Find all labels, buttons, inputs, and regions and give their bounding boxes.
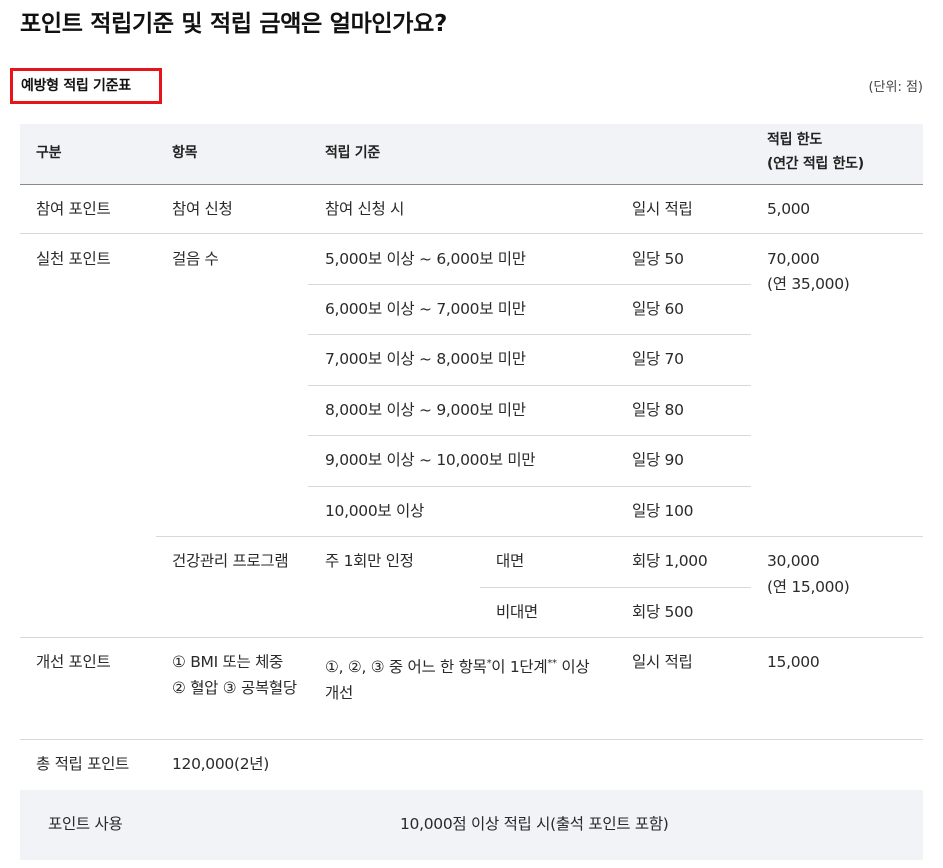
- header-limit: 적립 한도: [767, 132, 822, 148]
- steps-amount: 일당 50: [632, 250, 684, 268]
- row-divider: [156, 536, 923, 537]
- header-limit-sub: (연간 적립 한도): [767, 156, 864, 172]
- improvement-criteria: ①, ②, ③ 중 어느 한 항목*이 1단계** 이상 개선: [325, 654, 605, 706]
- page-title: 포인트 적립기준 및 적립 금액은 얼마인가요?: [20, 11, 448, 37]
- program-mode: 대면: [496, 552, 524, 570]
- program-mode: 비대면: [496, 603, 538, 621]
- steps-criteria: 10,000보 이상: [325, 502, 424, 520]
- row-category: 참여 포인트: [36, 200, 111, 218]
- row-divider: [20, 739, 923, 740]
- header-category: 구분: [36, 145, 62, 161]
- row-category: 실천 포인트: [36, 250, 111, 268]
- steps-amount: 일당 80: [632, 401, 684, 419]
- total-value: 120,000(2년): [172, 755, 270, 773]
- unit-label: (단위: 점): [868, 80, 923, 95]
- row-limit: 15,000: [767, 653, 820, 671]
- program-limit-annual: (연 15,000): [767, 578, 850, 596]
- steps-limit-annual: (연 35,000): [767, 275, 850, 293]
- steps-criteria: 9,000보 이상 ~ 10,000보 미만: [325, 451, 536, 469]
- table-row: 포인트 사용 10,000점 이상 적립 시(출석 포인트 포함): [20, 790, 923, 860]
- improvement-item: ① BMI 또는 체중 ② 혈압 ③ 공복혈당: [172, 653, 297, 697]
- steps-criteria: 7,000보 이상 ~ 8,000보 미만: [325, 350, 526, 368]
- footnote-mark: **: [547, 657, 557, 669]
- steps-amount: 일당 90: [632, 451, 684, 469]
- program-criteria: 주 1회만 인정: [325, 552, 414, 570]
- row-divider: [480, 587, 751, 588]
- row-category: 포인트 사용: [48, 815, 123, 833]
- program-amount: 회당 1,000: [632, 552, 708, 570]
- steps-amount: 일당 100: [632, 502, 694, 520]
- row-divider: [20, 233, 923, 234]
- steps-amount: 일당 70: [632, 350, 684, 368]
- steps-criteria: 5,000보 이상 ~ 6,000보 미만: [325, 250, 526, 268]
- row-category: 개선 포인트: [36, 653, 111, 671]
- row-divider: [308, 284, 751, 285]
- header-item: 항목: [172, 145, 198, 161]
- row-divider: [308, 435, 751, 436]
- steps-limit: 70,000: [767, 250, 820, 268]
- row-criteria: 참여 신청 시: [325, 200, 405, 218]
- steps-amount: 일당 60: [632, 300, 684, 318]
- row-amount: 일시 적립: [632, 653, 693, 671]
- row-item: 참여 신청: [172, 200, 233, 218]
- row-limit: 5,000: [767, 200, 810, 218]
- row-item: 걸음 수: [172, 250, 219, 268]
- improvement-criteria-prefix: ①, ②, ③ 중 어느 한 항목: [325, 658, 487, 676]
- row-divider: [308, 486, 751, 487]
- row-category: 총 적립 포인트: [36, 755, 130, 773]
- program-amount: 회당 500: [632, 603, 694, 621]
- program-limit: 30,000: [767, 552, 820, 570]
- usage-value: 10,000점 이상 적립 시(출석 포인트 포함): [400, 815, 669, 833]
- table-header: 구분 항목 적립 기준 적립 한도 (연간 적립 한도): [20, 124, 923, 185]
- program-item: 건강관리 프로그램: [172, 552, 289, 570]
- header-criteria: 적립 기준: [325, 145, 380, 161]
- row-divider: [308, 334, 751, 335]
- row-divider: [20, 637, 923, 638]
- row-divider: [308, 385, 751, 386]
- steps-criteria: 8,000보 이상 ~ 9,000보 미만: [325, 401, 526, 419]
- section-label: 예방형 적립 기준표: [10, 68, 162, 104]
- improvement-criteria-mid: 이 1단계: [491, 658, 548, 676]
- row-amount: 일시 적립: [632, 200, 693, 218]
- steps-criteria: 6,000보 이상 ~ 7,000보 미만: [325, 300, 526, 318]
